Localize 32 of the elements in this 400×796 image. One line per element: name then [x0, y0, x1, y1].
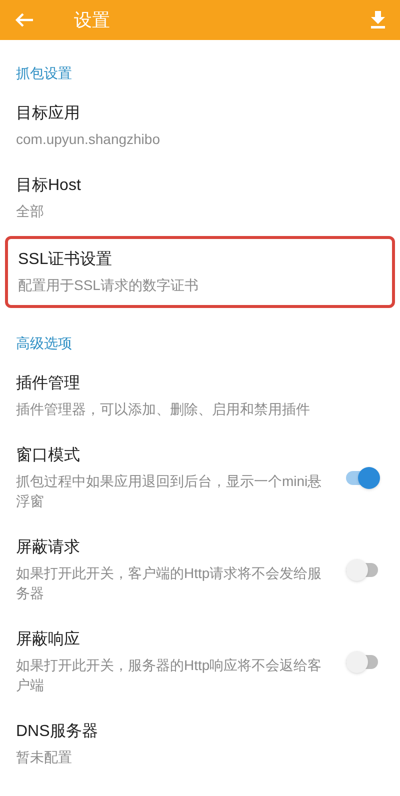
settings-item[interactable]: 目标Host 全部 — [0, 162, 400, 234]
settings-item[interactable]: 屏蔽请求 如果打开此开关，客户端的Http请求将不会发给服务器 — [0, 524, 400, 616]
section-header: 抓包设置 — [16, 65, 72, 81]
item-title: 插件管理 — [16, 374, 81, 394]
toggle-switch[interactable] — [346, 559, 380, 581]
settings-item[interactable]: 目标应用 com.upyun.shangzhibo — [0, 90, 400, 162]
item-description: com.upyun.shangzhibo — [16, 130, 161, 149]
toggle-switch[interactable] — [346, 651, 380, 673]
item-title: 目标应用 — [16, 104, 81, 124]
settings-item[interactable]: 插件管理 插件管理器，可以添加、删除、启用和禁用插件 — [0, 360, 400, 432]
item-description: 暂未配置 — [16, 748, 73, 767]
download-icon[interactable] — [370, 11, 386, 29]
item-description: 如果打开此开关，客户端的Http请求将不会发给服务器 — [16, 564, 322, 603]
item-description: 如果打开此开关，服务器的Http响应将不会返给客户端 — [16, 656, 322, 695]
section-header: 高级选项 — [16, 335, 72, 351]
item-title: SSL证书设置 — [18, 250, 114, 270]
item-title: 屏蔽请求 — [16, 538, 81, 558]
item-title: 窗口模式 — [16, 446, 81, 466]
settings-item[interactable]: DNS服务器 暂未配置 — [0, 708, 400, 780]
item-title: 目标Host — [16, 176, 82, 196]
screen-title: 设置 — [74, 8, 110, 32]
toggle-switch[interactable] — [346, 467, 380, 489]
item-title: DNS服务器 — [16, 722, 99, 742]
back-icon[interactable] — [14, 12, 34, 28]
item-description: 配置用于SSL请求的数字证书 — [18, 276, 200, 295]
settings-item[interactable]: 窗口模式 抓包过程中如果应用退回到后台，显示一个mini悬浮窗 — [0, 432, 400, 524]
item-description: 抓包过程中如果应用退回到后台，显示一个mini悬浮窗 — [16, 472, 322, 511]
item-description: 插件管理器，可以添加、删除、启用和禁用插件 — [16, 400, 311, 419]
item-title: 屏蔽响应 — [16, 630, 81, 650]
item-description: 全部 — [16, 202, 45, 221]
settings-item[interactable]: 屏蔽响应 如果打开此开关，服务器的Http响应将不会返给客户端 — [0, 616, 400, 708]
settings-item[interactable]: SSL证书设置 配置用于SSL请求的数字证书 — [5, 236, 395, 308]
